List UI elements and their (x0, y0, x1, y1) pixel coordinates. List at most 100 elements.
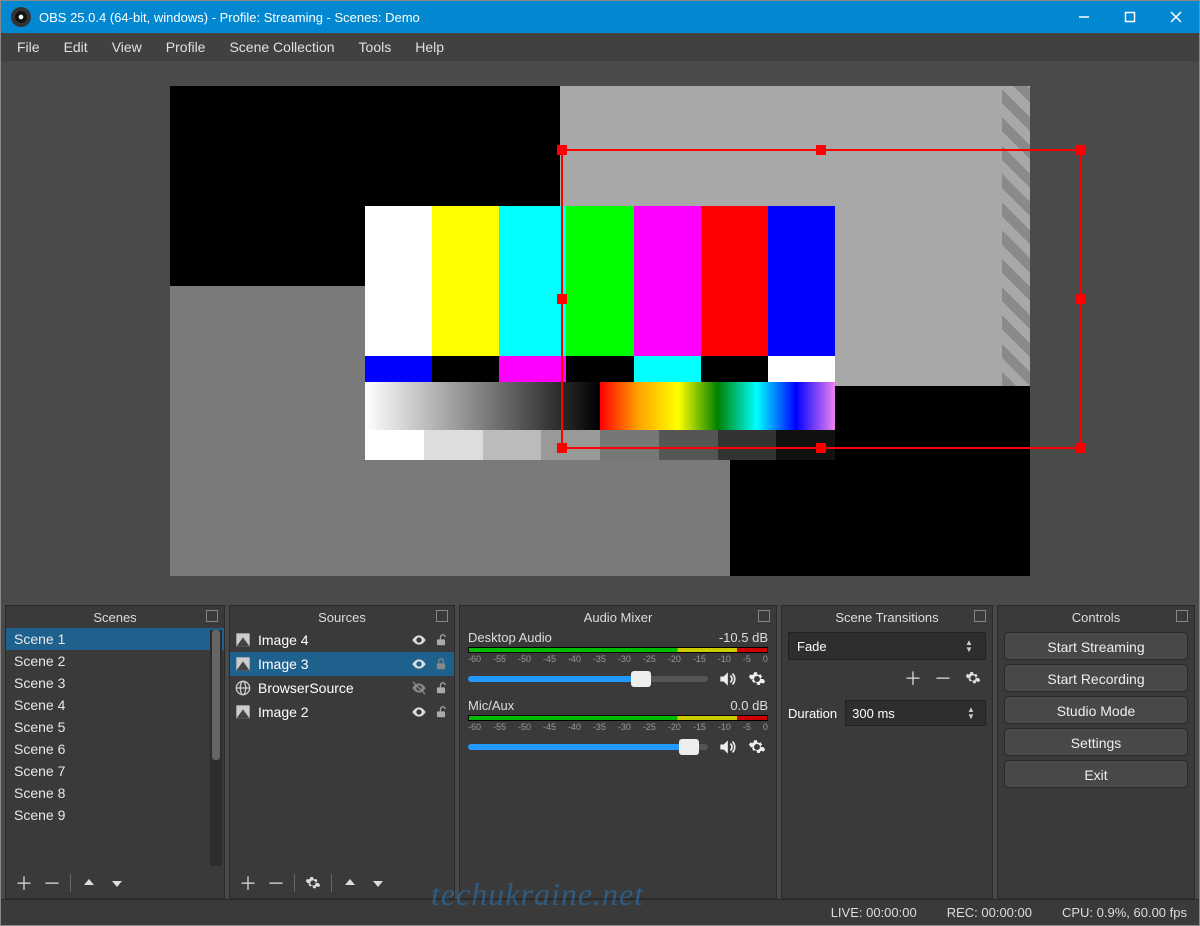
visibility-toggle[interactable] (410, 631, 428, 649)
menu-profile[interactable]: Profile (154, 35, 218, 59)
close-button[interactable] (1153, 1, 1199, 33)
source-item[interactable]: Image 2 (230, 700, 454, 724)
control-button-settings[interactable]: Settings (1004, 728, 1188, 756)
popout-icon[interactable] (436, 610, 448, 622)
spinbox-arrows-icon: ▲▼ (963, 707, 979, 720)
obs-icon (11, 7, 31, 27)
speaker-icon[interactable] (716, 668, 738, 690)
source-label: Image 4 (258, 632, 309, 648)
dock-controls: Controls Start Streaming Start Recording S… (997, 605, 1195, 899)
speaker-icon[interactable] (716, 736, 738, 758)
control-button-start-recording[interactable]: Start Recording (1004, 664, 1188, 692)
scene-add-button[interactable]: ＋ (10, 870, 38, 896)
visibility-toggle[interactable] (410, 703, 428, 721)
volume-slider[interactable] (468, 676, 708, 682)
source-item[interactable]: Image 3 (230, 652, 454, 676)
transition-select[interactable]: Fade ▲▼ (788, 632, 986, 660)
handle-tl[interactable] (557, 145, 567, 155)
source-properties-button[interactable] (299, 870, 327, 896)
transition-settings-button[interactable] (960, 666, 986, 690)
duration-value: 300 ms (852, 706, 895, 721)
visibility-toggle[interactable] (410, 679, 428, 697)
popout-icon[interactable] (1176, 610, 1188, 622)
gear-icon[interactable] (746, 736, 768, 758)
statusbar: LIVE: 00:00:00 REC: 00:00:00 CPU: 0.9%, … (1, 899, 1199, 925)
scene-item[interactable]: Scene 6 (6, 738, 224, 760)
menu-file[interactable]: File (5, 35, 52, 59)
scene-item[interactable]: Scene 1 (6, 628, 224, 650)
source-remove-button[interactable]: － (262, 870, 290, 896)
control-button-start-streaming[interactable]: Start Streaming (1004, 632, 1188, 660)
app-window: OBS 25.0.4 (64-bit, windows) - Profile: … (0, 0, 1200, 926)
scrollbar-thumb[interactable] (212, 630, 220, 760)
titlebar[interactable]: OBS 25.0.4 (64-bit, windows) - Profile: … (1, 1, 1199, 33)
source-movedown-button[interactable] (364, 870, 392, 896)
menu-view[interactable]: View (100, 35, 154, 59)
transition-remove-button[interactable]: － (930, 666, 956, 690)
mixer-channel: Desktop Audio-10.5 dB -60-55-50-45-40-35… (460, 628, 776, 696)
scene-moveup-button[interactable] (75, 870, 103, 896)
dock-scenes: Scenes Scene 1Scene 2Scene 3Scene 4Scene… (5, 605, 225, 899)
minimize-button[interactable] (1061, 1, 1107, 33)
scene-movedown-button[interactable] (103, 870, 131, 896)
source-moveup-button[interactable] (336, 870, 364, 896)
source-item[interactable]: Image 4 (230, 628, 454, 652)
channel-name: Mic/Aux (468, 698, 514, 713)
control-button-exit[interactable]: Exit (1004, 760, 1188, 788)
menu-help[interactable]: Help (403, 35, 456, 59)
scene-item[interactable]: Scene 2 (6, 650, 224, 672)
visibility-toggle[interactable] (410, 655, 428, 673)
transition-add-button[interactable]: ＋ (900, 666, 926, 690)
maximize-button[interactable] (1107, 1, 1153, 33)
menu-tools[interactable]: Tools (347, 35, 404, 59)
audio-mixer-body: Desktop Audio-10.5 dB -60-55-50-45-40-35… (460, 628, 776, 898)
scene-list[interactable]: Scene 1Scene 2Scene 3Scene 4Scene 5Scene… (6, 628, 224, 868)
meter-ticks: -60-55-50-45-40-35-30-25-20-15-10-50 (468, 722, 768, 732)
duration-spinbox[interactable]: 300 ms ▲▼ (845, 700, 986, 726)
lock-toggle[interactable] (432, 655, 450, 673)
lock-toggle[interactable] (432, 679, 450, 697)
channel-db: -10.5 dB (719, 630, 768, 645)
scenes-scrollbar[interactable] (210, 630, 222, 866)
gear-icon[interactable] (746, 668, 768, 690)
mixer-channel: Mic/Aux0.0 dB -60-55-50-45-40-35-30-25-2… (460, 696, 776, 764)
handle-mr[interactable] (1075, 294, 1085, 304)
dock-sources-title: Sources (318, 610, 366, 625)
source-item[interactable]: BrowserSource (230, 676, 454, 700)
source-add-button[interactable]: ＋ (234, 870, 262, 896)
scene-item[interactable]: Scene 9 (6, 804, 224, 826)
menu-edit[interactable]: Edit (52, 35, 100, 59)
menu-scene-collection[interactable]: Scene Collection (217, 35, 346, 59)
lock-toggle[interactable] (432, 631, 450, 649)
preview-area[interactable] (1, 61, 1199, 601)
scene-item[interactable]: Scene 5 (6, 716, 224, 738)
dock-controls-title: Controls (1072, 610, 1120, 625)
status-cpu: CPU: 0.9%, 60.00 fps (1062, 905, 1187, 920)
lock-toggle[interactable] (432, 703, 450, 721)
handle-tr[interactable] (1075, 145, 1085, 155)
source-list[interactable]: Image 4 Image 3 BrowserSource Image 2 (230, 628, 454, 724)
dock-scene-transitions: Scene Transitions Fade ▲▼ ＋ － Duration 3… (781, 605, 993, 899)
scene-item[interactable]: Scene 3 (6, 672, 224, 694)
handle-ml[interactable] (557, 294, 567, 304)
volume-slider[interactable] (468, 744, 708, 750)
image-icon (234, 631, 252, 649)
handle-bm[interactable] (816, 443, 826, 453)
popout-icon[interactable] (758, 610, 770, 622)
scene-item[interactable]: Scene 7 (6, 760, 224, 782)
duration-label: Duration (788, 706, 837, 721)
source-label: Image 3 (258, 656, 309, 672)
handle-tm[interactable] (816, 145, 826, 155)
scene-item[interactable]: Scene 8 (6, 782, 224, 804)
popout-icon[interactable] (974, 610, 986, 622)
scene-remove-button[interactable]: － (38, 870, 66, 896)
popout-icon[interactable] (206, 610, 218, 622)
status-rec: REC: 00:00:00 (947, 905, 1032, 920)
docks-row: Scenes Scene 1Scene 2Scene 3Scene 4Scene… (1, 601, 1199, 899)
handle-br[interactable] (1075, 443, 1085, 453)
level-meter (468, 715, 768, 721)
scene-item[interactable]: Scene 4 (6, 694, 224, 716)
selection-rectangle[interactable] (561, 149, 1081, 449)
control-button-studio-mode[interactable]: Studio Mode (1004, 696, 1188, 724)
handle-bl[interactable] (557, 443, 567, 453)
